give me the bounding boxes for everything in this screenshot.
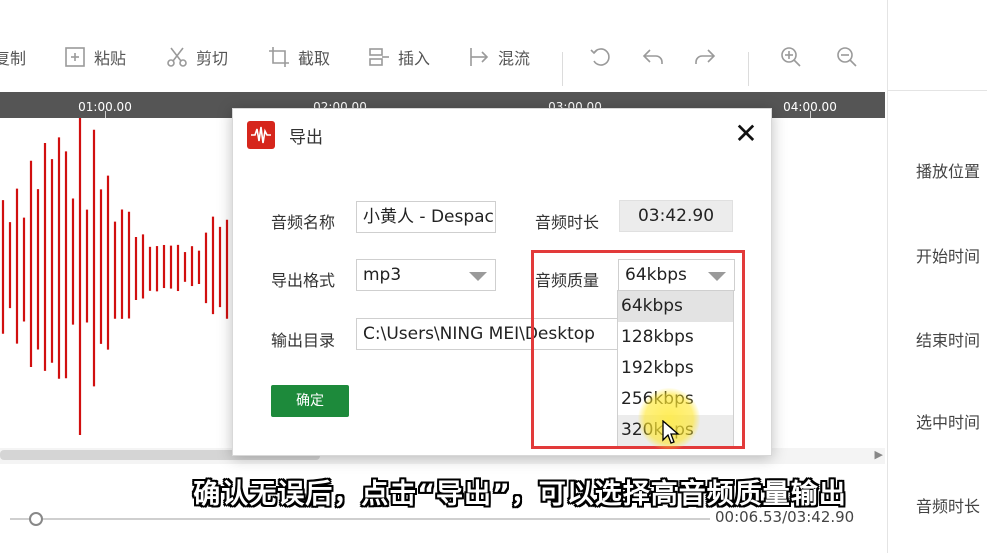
mix-label: 混流 <box>498 49 531 68</box>
selected-time-label: 选中时间 <box>916 413 981 432</box>
end-time-label: 结束时间 <box>916 331 981 350</box>
play-position-label: 播放位置 <box>916 162 981 181</box>
undo-icon <box>640 44 666 70</box>
mix-button[interactable]: 混流 <box>466 42 530 72</box>
crop-icon <box>266 44 292 70</box>
paste-label: 粘贴 <box>94 49 127 68</box>
insert-button[interactable]: 插入 <box>366 42 430 72</box>
ruler-tick <box>105 111 106 118</box>
chevron-down-icon <box>469 272 487 281</box>
toolbar-divider <box>562 52 563 86</box>
loop-button[interactable] <box>587 42 613 72</box>
insert-label: 插入 <box>398 49 431 68</box>
cut-label: 剪切 <box>196 49 229 68</box>
audio-name-field[interactable]: 小黄人 - Despacito <box>356 201 496 233</box>
waveform-logo-icon <box>247 121 275 149</box>
insert-icon <box>366 44 392 70</box>
scissors-icon <box>164 44 190 70</box>
start-time-label: 开始时间 <box>916 247 981 266</box>
playback-knob[interactable] <box>29 512 43 526</box>
output-dir-label: 输出目录 <box>271 331 336 350</box>
copy-button[interactable]: 复制 <box>0 42 26 72</box>
ruler-tick <box>810 111 811 118</box>
confirm-button[interactable]: 确定 <box>271 385 349 417</box>
audio-editor-window: 复制 粘贴 剪切 截取 插入 混流 01:00.00 02:00.00 03:0… <box>0 0 987 553</box>
scroll-right-icon[interactable]: ▶ <box>875 448 883 461</box>
zoom-out-icon <box>834 44 860 70</box>
mouse-pointer-icon <box>662 420 680 444</box>
loop-icon <box>587 44 613 70</box>
export-format-select[interactable]: mp3 <box>356 259 496 291</box>
crop-button[interactable]: 截取 <box>266 42 330 72</box>
toolbar: 复制 粘贴 剪切 截取 插入 混流 <box>0 0 887 92</box>
zoom-in-icon <box>778 44 804 70</box>
audio-name-label: 音频名称 <box>271 213 336 232</box>
toolbar-divider <box>748 52 749 86</box>
redo-button[interactable] <box>692 42 718 72</box>
export-format-label: 导出格式 <box>271 271 336 290</box>
panel-divider <box>888 90 987 91</box>
paste-button[interactable]: 粘贴 <box>62 42 126 72</box>
dialog-title: 导出 <box>289 128 323 148</box>
video-subtitle: 确认无误后，点击“导出”，可以选择高音频质量输出 <box>193 479 847 510</box>
zoom-out-button[interactable] <box>834 42 860 72</box>
paste-icon <box>62 44 88 70</box>
zoom-in-button[interactable] <box>778 42 804 72</box>
redo-icon <box>692 44 718 70</box>
undo-button[interactable] <box>640 42 666 72</box>
playback-track[interactable] <box>10 518 710 520</box>
audio-duration-value: 03:42.90 <box>619 200 733 232</box>
export-format-value: mp3 <box>363 265 402 285</box>
properties-panel: 播放位置 开始时间 结束时间 选中时间 音频时长 <box>887 0 987 553</box>
copy-label: 复制 <box>0 49 27 68</box>
audio-duration-label: 音频时长 <box>535 213 600 232</box>
cut-button[interactable]: 剪切 <box>164 42 228 72</box>
close-icon[interactable]: ✕ <box>729 117 763 151</box>
crop-label: 截取 <box>298 49 331 68</box>
mix-icon <box>466 44 492 70</box>
